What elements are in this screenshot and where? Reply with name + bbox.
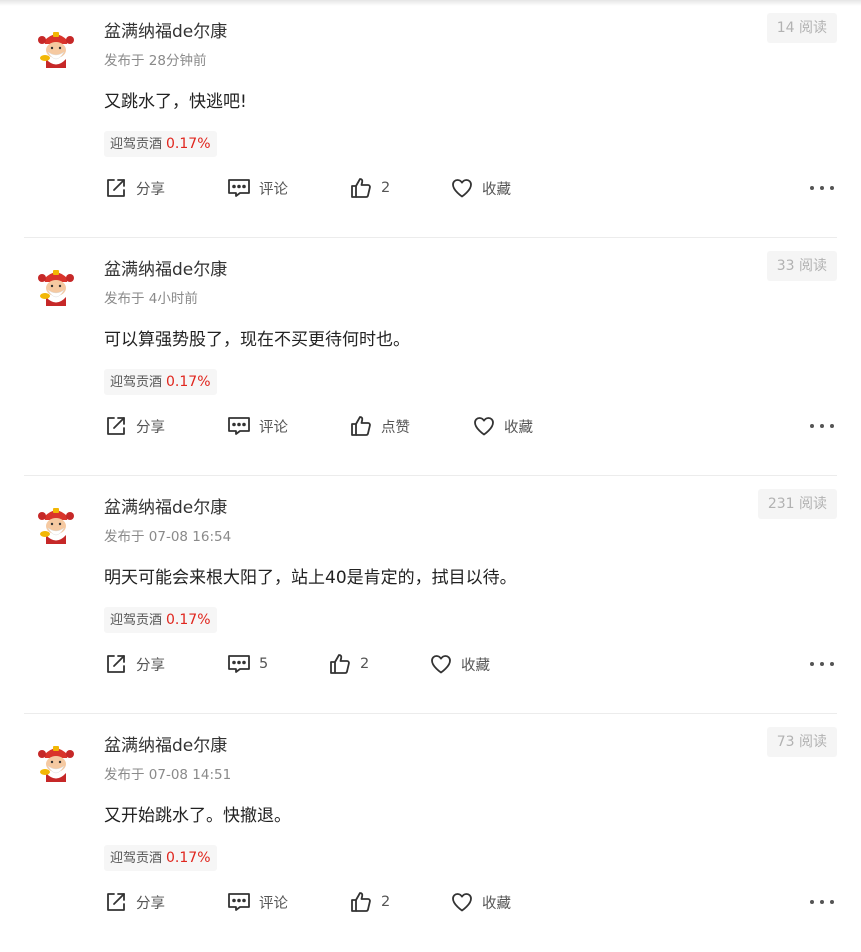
favorite-label: 收藏	[461, 657, 490, 674]
share-label: 分享	[136, 657, 165, 674]
stock-tag[interactable]: 迎驾贡酒 0.17%	[104, 369, 217, 395]
thumbs-up-icon	[328, 652, 360, 676]
post-content[interactable]: 明天可能会来根大阳了，站上40是肯定的，拭目以待。	[104, 565, 517, 591]
post-content[interactable]: 又跳水了，快逃吧!	[104, 89, 247, 115]
favorite-button[interactable]: 收藏	[450, 887, 511, 917]
read-count-badge: 33 阅读	[766, 251, 837, 281]
post-card: 盆满纳福de尔康 发布于 07-08 14:51 73 阅读 又开始跳水了。快撤…	[24, 714, 837, 952]
post-content[interactable]: 可以算强势股了，现在不买更待何时也。	[104, 327, 410, 353]
thumbs-up-icon	[349, 176, 381, 200]
stock-tag[interactable]: 迎驾贡酒 0.17%	[104, 607, 217, 633]
comment-icon	[227, 414, 259, 438]
avatar[interactable]	[34, 502, 78, 546]
author-name[interactable]: 盆满纳福de尔康	[104, 496, 227, 520]
post-time: 发布于 28分钟前	[104, 53, 207, 69]
comment-button[interactable]: 评论	[227, 173, 288, 203]
stock-name: 迎驾贡酒	[110, 613, 163, 628]
read-count-badge: 73 阅读	[766, 727, 837, 757]
like-label: 2	[360, 656, 370, 672]
heart-icon	[429, 652, 461, 676]
stock-change: 0.17%	[166, 374, 211, 390]
comment-label: 5	[259, 656, 269, 672]
avatar[interactable]	[34, 26, 78, 70]
like-label: 点赞	[381, 419, 410, 436]
share-button[interactable]: 分享	[104, 411, 165, 441]
avatar[interactable]	[34, 740, 78, 784]
like-button[interactable]: 2	[349, 173, 390, 203]
stock-name: 迎驾贡酒	[110, 375, 163, 390]
comment-label: 评论	[259, 181, 288, 198]
post-time: 发布于 07-08 16:54	[104, 529, 232, 545]
like-label: 2	[381, 894, 391, 910]
like-button[interactable]: 点赞	[349, 411, 410, 441]
like-label: 2	[381, 180, 391, 196]
post-time: 发布于 07-08 14:51	[104, 767, 232, 783]
post-card: 盆满纳福de尔康 发布于 4小时前 33 阅读 可以算强势股了，现在不买更待何时…	[24, 238, 837, 476]
comment-icon	[227, 890, 259, 914]
favorite-button[interactable]: 收藏	[450, 173, 511, 203]
thumbs-up-icon	[349, 890, 381, 914]
post-card: 盆满纳福de尔康 发布于 07-08 16:54 231 阅读 明天可能会来根大…	[24, 476, 837, 714]
comment-icon	[227, 176, 259, 200]
more-icon[interactable]	[810, 418, 834, 434]
heart-icon	[472, 414, 504, 438]
comment-icon	[227, 652, 259, 676]
author-name[interactable]: 盆满纳福de尔康	[104, 258, 227, 282]
stock-name: 迎驾贡酒	[110, 137, 163, 152]
more-icon[interactable]	[810, 656, 834, 672]
favorite-label: 收藏	[482, 181, 511, 198]
comment-button[interactable]: 5	[227, 649, 268, 679]
stock-change: 0.17%	[166, 136, 211, 152]
favorite-label: 收藏	[504, 419, 533, 436]
share-button[interactable]: 分享	[104, 887, 165, 917]
heart-icon	[450, 176, 482, 200]
share-button[interactable]: 分享	[104, 173, 165, 203]
comment-label: 评论	[259, 895, 288, 912]
favorite-button[interactable]: 收藏	[472, 411, 533, 441]
comment-button[interactable]: 评论	[227, 887, 288, 917]
stock-change: 0.17%	[166, 850, 211, 866]
share-icon	[104, 414, 136, 438]
read-count-badge: 14 阅读	[766, 13, 837, 43]
share-icon	[104, 176, 136, 200]
read-count-badge: 231 阅读	[757, 489, 837, 519]
heart-icon	[450, 890, 482, 914]
thumbs-up-icon	[349, 414, 381, 438]
like-button[interactable]: 2	[349, 887, 390, 917]
like-button[interactable]: 2	[328, 649, 369, 679]
share-icon	[104, 652, 136, 676]
stock-change: 0.17%	[166, 612, 211, 628]
author-name[interactable]: 盆满纳福de尔康	[104, 20, 227, 44]
comment-button[interactable]: 评论	[227, 411, 288, 441]
share-button[interactable]: 分享	[104, 649, 165, 679]
share-label: 分享	[136, 181, 165, 198]
more-icon[interactable]	[810, 180, 834, 196]
more-icon[interactable]	[810, 894, 834, 910]
post-card: 盆满纳福de尔康 发布于 28分钟前 14 阅读 又跳水了，快逃吧! 迎驾贡酒 0…	[24, 0, 837, 238]
author-name[interactable]: 盆满纳福de尔康	[104, 734, 227, 758]
stock-tag[interactable]: 迎驾贡酒 0.17%	[104, 131, 217, 157]
avatar[interactable]	[34, 264, 78, 308]
share-icon	[104, 890, 136, 914]
share-label: 分享	[136, 895, 165, 912]
comment-label: 评论	[259, 419, 288, 436]
post-time: 发布于 4小时前	[104, 291, 198, 307]
post-content[interactable]: 又开始跳水了。快撤退。	[104, 803, 291, 829]
favorite-button[interactable]: 收藏	[429, 649, 490, 679]
share-label: 分享	[136, 419, 165, 436]
stock-name: 迎驾贡酒	[110, 851, 163, 866]
favorite-label: 收藏	[482, 895, 511, 912]
stock-tag[interactable]: 迎驾贡酒 0.17%	[104, 845, 217, 871]
